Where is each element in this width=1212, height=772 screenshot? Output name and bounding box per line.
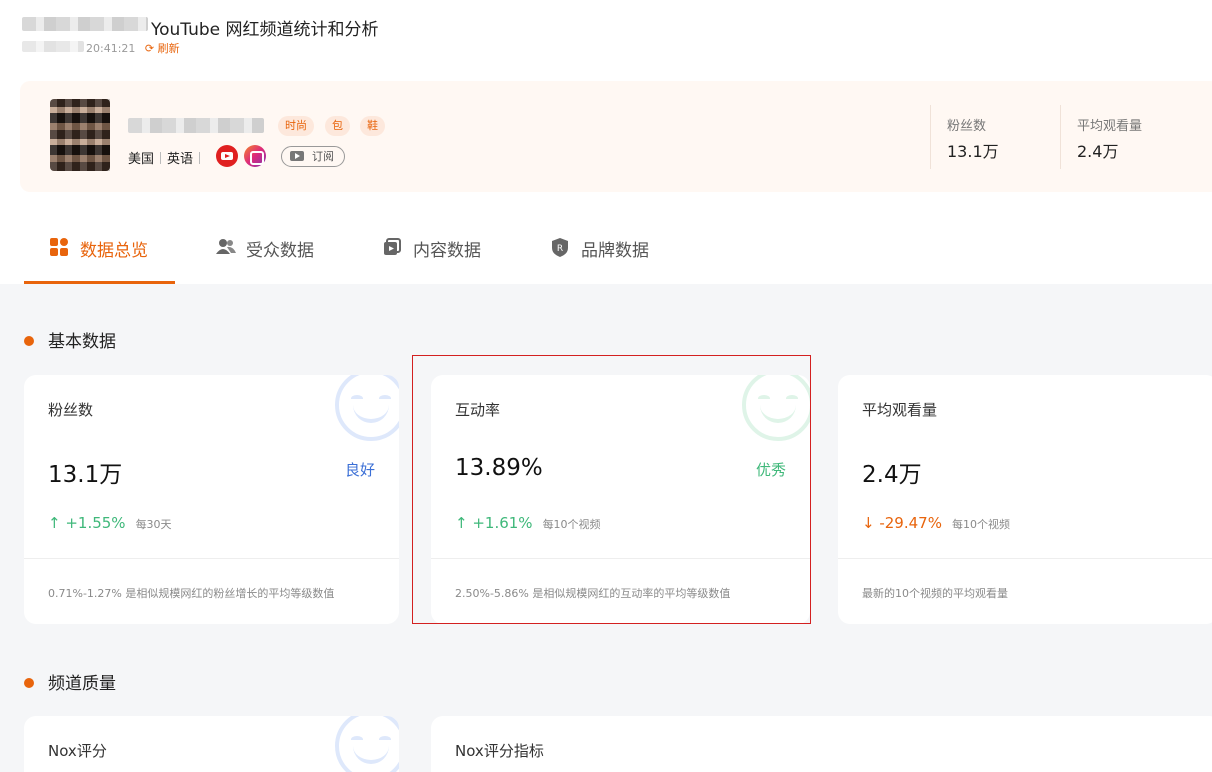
- trend: ↑ +1.55% 每30天: [48, 514, 172, 532]
- card-nox-score: Nox评分: [24, 716, 399, 772]
- card-footnote: 最新的10个视频的平均观看量: [862, 587, 1008, 600]
- card-value: 13.89%: [455, 455, 543, 481]
- rating-badge: 优秀: [755, 461, 786, 479]
- play-icon: [290, 151, 304, 161]
- tab-audience[interactable]: 受众数据: [216, 214, 314, 284]
- trend-period: 每10个视频: [951, 518, 1010, 531]
- svg-text:R: R: [557, 244, 563, 254]
- rating-badge: 良好: [344, 461, 375, 479]
- refresh-label: 刷新: [157, 42, 180, 55]
- video-content-icon: [383, 238, 401, 256]
- card-avg-views: 平均观看量 2.4万 ↓ -29.47% 每10个视频 最新的10个视频的平均观看…: [838, 375, 1212, 624]
- card-footnote: 0.71%-1.27% 是相似规模网红的粉丝增长的平均等级数值: [48, 587, 335, 600]
- card-nox-score-metrics: Nox评分指标: [431, 716, 1212, 772]
- card-value: 2.4万: [862, 462, 922, 488]
- page-header: YouTube 网红频道统计和分析 20:41:21 ⟳ 刷新 时尚 包 鞋 美…: [0, 0, 1212, 284]
- trend-value: ↑ +1.55%: [48, 514, 126, 532]
- blurred-channel-title: [128, 118, 264, 133]
- tag-bag[interactable]: 包: [325, 116, 350, 136]
- page-title: YouTube 网红频道统计和分析: [151, 20, 379, 40]
- tab-content[interactable]: 内容数据: [383, 214, 481, 284]
- card-followers: 粉丝数 13.1万 良好 ↑ +1.55% 每30天 0.71%-1.27% 是相…: [24, 375, 399, 624]
- trend: ↑ +1.61% 每10个视频: [455, 514, 601, 532]
- tab-brand[interactable]: R 品牌数据: [551, 214, 649, 284]
- tag-shoes[interactable]: 鞋: [360, 116, 385, 136]
- card-footnote: 2.50%-5.86% 是相似规模网红的互动率的平均等级数值: [455, 587, 731, 600]
- tab-label: 品牌数据: [581, 241, 649, 261]
- channel-profile-card: 时尚 包 鞋 美国 英语 订阅 粉丝数 13.1万 平均观看量 2.4万: [20, 81, 1212, 192]
- stat-value: 13.1万: [947, 142, 999, 161]
- smile-icon: [335, 375, 399, 441]
- trend-period: 每10个视频: [542, 518, 601, 531]
- avatar: [50, 99, 110, 171]
- smile-icon: [742, 375, 810, 441]
- update-time-row: 20:41:21 ⟳ 刷新: [86, 40, 180, 56]
- card-engagement-rate: 互动率 13.89% 优秀 ↑ +1.61% 每10个视频 2.50%-5.86%…: [431, 375, 810, 624]
- language: 英语: [167, 152, 194, 167]
- section-channel-quality: 频道质量: [24, 669, 116, 694]
- trend: ↓ -29.47% 每10个视频: [862, 514, 1010, 532]
- country: 美国: [128, 152, 155, 167]
- stat-value: 2.4万: [1077, 142, 1119, 161]
- card-label: 平均观看量: [862, 401, 938, 419]
- trend-period: 每30天: [135, 518, 172, 531]
- card-label: Nox评分: [48, 742, 107, 760]
- section-title: 频道质量: [48, 674, 116, 694]
- brand-shield-icon: R: [551, 238, 569, 257]
- subscribe-button[interactable]: 订阅: [281, 146, 345, 167]
- stat-followers: 粉丝数 13.1万: [930, 105, 1060, 169]
- stat-avg-views: 平均观看量 2.4万: [1060, 105, 1210, 169]
- trend-value: ↓ -29.47%: [862, 514, 942, 532]
- tag-fashion[interactable]: 时尚: [278, 116, 314, 136]
- tab-label: 数据总览: [80, 241, 148, 261]
- country-language: 美国 英语: [128, 148, 206, 167]
- tab-label: 内容数据: [413, 241, 481, 261]
- smile-icon: [335, 716, 399, 772]
- tab-label: 受众数据: [246, 241, 314, 261]
- update-time: 20:41:21: [86, 42, 136, 55]
- card-label: Nox评分指标: [455, 742, 544, 760]
- stat-label: 粉丝数: [947, 119, 987, 134]
- users-icon: [216, 238, 236, 256]
- refresh-button[interactable]: ⟳ 刷新: [145, 42, 180, 55]
- dashboard-grid-icon: [50, 238, 68, 256]
- subscribe-label: 订阅: [312, 150, 334, 163]
- card-label: 粉丝数: [48, 401, 94, 419]
- section-title: 基本数据: [48, 332, 116, 352]
- refresh-icon: ⟳: [144, 42, 155, 55]
- instagram-icon[interactable]: [244, 145, 266, 167]
- youtube-icon[interactable]: [216, 145, 238, 167]
- blurred-channel-name: [22, 17, 148, 31]
- trend-value: ↑ +1.61%: [455, 514, 533, 532]
- card-label: 互动率: [455, 401, 501, 419]
- card-value: 13.1万: [48, 462, 123, 488]
- active-tab-indicator: [24, 281, 175, 284]
- section-basic-data: 基本数据: [24, 327, 116, 352]
- tab-overview[interactable]: 数据总览: [50, 214, 148, 284]
- blurred-update-label: [22, 41, 84, 52]
- stat-label: 平均观看量: [1077, 119, 1143, 134]
